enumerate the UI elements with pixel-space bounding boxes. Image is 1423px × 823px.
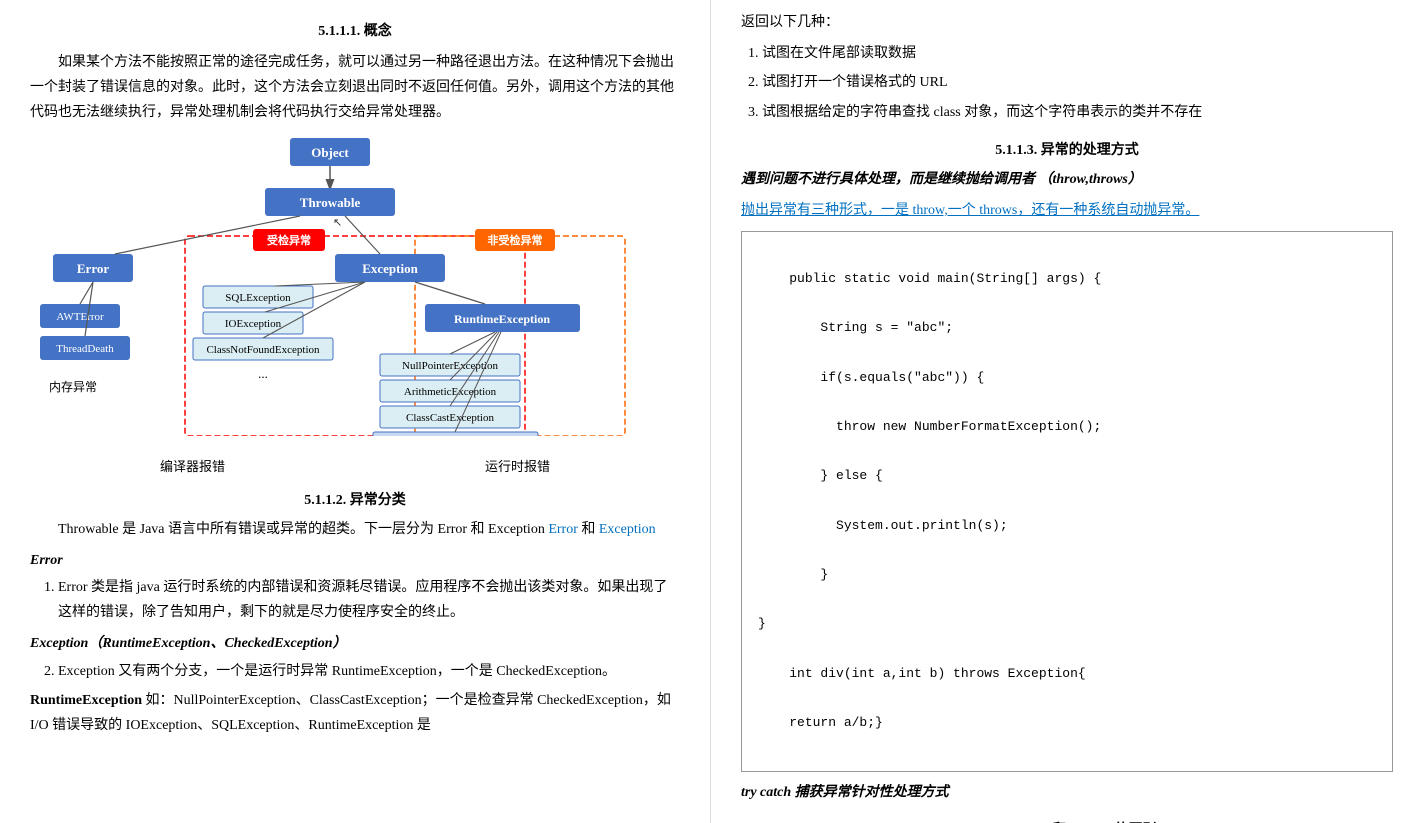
svg-text:...: ... [258, 366, 268, 381]
svg-text:ArithmeticException: ArithmeticException [404, 386, 497, 398]
exception-label: Exception（RuntimeException、CheckedExcept… [30, 631, 680, 656]
section-113-title: 5.1.1.3. 异常的处理方式 [741, 139, 1393, 159]
exception-diagram: Object Throwable ↖ 受检异常 非受检异常 Error Ex [35, 136, 675, 446]
svg-text:IOException: IOException [225, 318, 282, 330]
svg-text:内存异常: 内存异常 [49, 380, 97, 394]
svg-text:Error: Error [77, 261, 109, 276]
error-item-1: Error 类是指 java 运行时系统的内部错误和资源耗尽错误。应用程序不会抛… [58, 575, 680, 625]
compiler-error-label: 编译器报错 [160, 456, 225, 475]
svg-text:AWTError: AWTError [56, 311, 104, 323]
svg-text:Exception: Exception [362, 261, 418, 276]
svg-text:非受检异常: 非受检异常 [488, 233, 543, 247]
try-catch-label: try catch 捕获异常针对性处理方式 [741, 780, 1393, 805]
section-111-title: 5.1.1.1. 概念 [30, 20, 680, 40]
svg-text:↖: ↖ [333, 217, 342, 229]
svg-text:RuntimeException: RuntimeException [454, 312, 550, 326]
error-list: Error 类是指 java 运行时系统的内部错误和资源耗尽错误。应用程序不会抛… [58, 575, 680, 625]
classify-para: Throwable 是 Java 语言中所有错误或异常的超类。下一层分为 Err… [30, 517, 680, 542]
exception-link: Exception [599, 522, 656, 537]
error-link: Error [548, 522, 581, 537]
code-block: public static void main(String[] args) {… [741, 231, 1393, 771]
left-panel: 5.1.1.1. 概念 如果某个方法不能按照正常的途径完成任务，就可以通过另一种… [0, 0, 711, 823]
section-112-title: 5.1.1.2. 异常分类 [30, 489, 680, 509]
throw-desc: 抛出异常有三种形式，一是 throw,一个 throws，还有一种系统自动抛异常… [741, 198, 1393, 223]
checked-item-2: 试图打开一个错误格式的 URL [762, 70, 1393, 95]
runtime-desc: RuntimeException 如：NullPointerException、… [30, 688, 680, 738]
error-label: Error [30, 548, 680, 573]
checked-item-3: 试图根据给定的字符串查找 class 对象，而这个字符串表示的类并不存在 [762, 100, 1393, 125]
svg-text:Object: Object [311, 145, 349, 160]
runtime-error-label: 运行时报错 [485, 456, 550, 475]
exception-svg: Object Throwable ↖ 受检异常 非受检异常 Error Ex [35, 136, 675, 436]
concept-para: 如果某个方法不能按照正常的途径完成任务，就可以通过另一种路径退出方法。在这种情况… [30, 50, 680, 126]
runtime-label: RuntimeException [30, 693, 142, 708]
handle-italic: 遇到问题不进行具体处理，而是继续抛给调用者 （throw,throws） [741, 167, 1393, 192]
exception-list: Exception 又有两个分支，一个是运行时异常 RuntimeExcepti… [58, 659, 680, 684]
checked-item-1: 试图在文件尾部读取数据 [762, 41, 1393, 66]
svg-text:ClassCastException: ClassCastException [406, 412, 494, 424]
section-114-title: 5.1.1.4. Throw 和 throws 的区别： [741, 819, 1393, 823]
diagram-caption: 编译器报错 运行时报错 [30, 456, 680, 475]
svg-text:受检异常: 受检异常 [267, 233, 311, 247]
exception-item-2: Exception 又有两个分支，一个是运行时异常 RuntimeExcepti… [58, 659, 680, 684]
svg-text:SQLException: SQLException [225, 292, 291, 304]
svg-text:NullPointerException: NullPointerException [402, 360, 498, 372]
svg-text:ThreadDeath: ThreadDeath [56, 343, 114, 355]
right-panel: 返回以下几种： 试图在文件尾部读取数据 试图打开一个错误格式的 URL 试图根据… [711, 0, 1423, 823]
svg-text:Throwable: Throwable [300, 195, 361, 210]
checkedexception-list: 试图在文件尾部读取数据 试图打开一个错误格式的 URL 试图根据给定的字符串查找… [762, 41, 1393, 125]
list-intro: 返回以下几种： [741, 10, 1393, 35]
svg-text:ClassNotFoundException: ClassNotFoundException [206, 344, 320, 356]
